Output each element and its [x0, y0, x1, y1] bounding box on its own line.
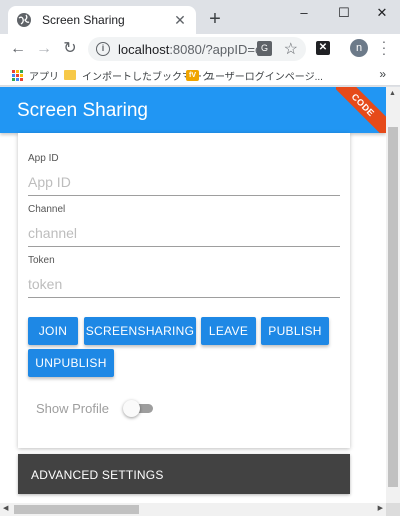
app-id-label: App ID [28, 153, 59, 164]
join-button[interactable]: JOIN [28, 317, 78, 345]
browser-tab[interactable]: Screen Sharing ✕ [8, 6, 196, 34]
unpublish-button[interactable]: UNPUBLISH [28, 349, 114, 377]
leave-button[interactable]: LEAVE [201, 317, 256, 345]
url-text[interactable]: localhost:8080/?appID=ef... [118, 42, 258, 57]
fv-icon: fV [186, 69, 199, 81]
channel-label: Channel [28, 204, 66, 215]
toggle-thumb [122, 400, 140, 417]
reload-icon[interactable]: ↻ [60, 39, 80, 59]
app-id-field-group: App ID [28, 153, 340, 196]
bookmark-star-icon[interactable]: ☆ [284, 39, 298, 59]
horizontal-scroll-thumb[interactable] [14, 505, 139, 514]
translate-icon[interactable]: G [257, 41, 272, 56]
minimize-button[interactable]: – [292, 4, 316, 22]
browser-toolbar: ← → ↻ i localhost:8080/?appID=ef... G ☆ [0, 34, 400, 64]
app-id-input[interactable] [28, 168, 340, 196]
new-tab-button[interactable]: + [204, 9, 226, 31]
address-bar[interactable]: i localhost:8080/?appID=ef... G ☆ [88, 37, 306, 61]
code-ribbon[interactable]: CODE [336, 87, 386, 133]
screensharing-button[interactable]: SCREENSHARING [84, 317, 196, 345]
show-profile-toggle[interactable] [122, 400, 153, 417]
page-viewport: Screen Sharing CODE App ID Channel Token… [0, 87, 386, 503]
vertical-scrollbar[interactable]: ▲ [386, 87, 400, 503]
tab-close-icon[interactable]: ✕ [172, 12, 188, 29]
bookmarks-more-icon[interactable]: » [379, 67, 386, 81]
back-icon[interactable]: ← [8, 39, 28, 59]
token-label: Token [28, 255, 55, 266]
channel-field-group: Channel [28, 204, 340, 247]
scrollbar-corner [386, 503, 400, 516]
close-window-button[interactable]: ✕ [370, 4, 394, 22]
code-ribbon-label: CODE [336, 87, 386, 133]
scroll-right-icon[interactable]: ▶ [378, 504, 383, 512]
bookmarks-bar: アプリ インポートしたブックマーク fV ユーザーログインページ... » [0, 64, 400, 86]
token-input[interactable] [28, 270, 340, 298]
bookmark-label: アプリ [29, 71, 59, 83]
browser-tabstrip: Screen Sharing ✕ + – ☐ ✕ [0, 0, 400, 34]
show-profile-row: Show Profile [36, 400, 153, 417]
token-field-group: Token [28, 255, 340, 298]
advanced-settings-label: ADVANCED SETTINGS [31, 468, 164, 482]
tab-title: Screen Sharing [42, 13, 125, 27]
page-title: Screen Sharing [17, 100, 148, 121]
channel-input[interactable] [28, 219, 340, 247]
browser-menu-icon[interactable]: · · · [378, 34, 390, 60]
forward-icon[interactable]: → [34, 39, 54, 59]
publish-button[interactable]: PUBLISH [261, 317, 329, 345]
scroll-up-icon[interactable]: ▲ [389, 90, 396, 97]
globe-icon [17, 13, 31, 27]
maximize-button[interactable]: ☐ [332, 4, 356, 22]
bookmark-login[interactable]: fV ユーザーログインページ... [186, 67, 323, 83]
extension-icon[interactable]: ✕ [316, 41, 330, 55]
show-profile-label: Show Profile [36, 400, 109, 416]
vertical-scroll-thumb[interactable] [388, 127, 398, 487]
scroll-left-icon[interactable]: ◀ [3, 504, 8, 512]
apps-icon [12, 69, 23, 81]
folder-icon [64, 70, 76, 80]
url-rest: :8080/?appID=ef... [169, 41, 258, 57]
app-bar: Screen Sharing CODE [0, 87, 386, 133]
info-icon[interactable]: i [96, 42, 110, 56]
bookmark-apps[interactable]: アプリ [12, 67, 59, 83]
url-host: localhost [118, 41, 170, 57]
bookmark-label: ユーザーログインページ... [205, 71, 323, 83]
horizontal-scrollbar[interactable]: ◀ ▶ [0, 503, 386, 516]
settings-card: App ID Channel Token JOIN SCREENSHARING … [18, 133, 350, 448]
advanced-settings-panel[interactable]: ADVANCED SETTINGS [18, 454, 350, 494]
profile-avatar[interactable]: n [350, 39, 368, 57]
